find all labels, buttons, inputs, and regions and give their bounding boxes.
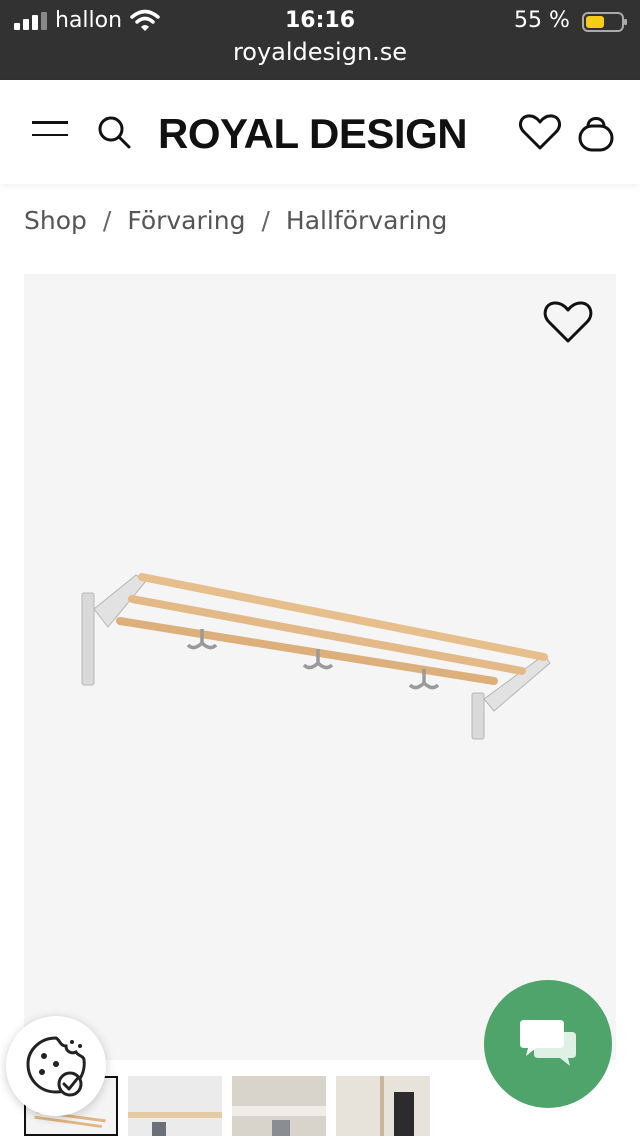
- breadcrumb-item-forvaring[interactable]: Förvaring: [127, 206, 245, 235]
- breadcrumb-item-hallforvaring[interactable]: Hallförvaring: [286, 206, 447, 235]
- battery-icon: [582, 12, 627, 32]
- product-image-gallery[interactable]: [24, 274, 616, 1060]
- breadcrumb: Shop / Förvaring / Hallförvaring: [24, 206, 447, 235]
- heart-icon[interactable]: [518, 112, 562, 152]
- battery-percent: 55 %: [514, 8, 570, 33]
- cookie-icon: [26, 1036, 86, 1097]
- thumbnail-2[interactable]: [128, 1076, 222, 1136]
- shopping-bag-icon[interactable]: [576, 110, 616, 154]
- site-logo[interactable]: ROYAL DESIGN: [158, 110, 468, 158]
- hat-rack-product-image: [81, 573, 551, 740]
- status-bar: hallon 16:16 55 % royaldesign.se: [0, 0, 640, 80]
- search-icon[interactable]: [96, 114, 132, 150]
- breadcrumb-separator: /: [102, 206, 112, 235]
- thumbnail-4[interactable]: [336, 1076, 430, 1136]
- site-header: ROYAL DESIGN: [0, 80, 640, 184]
- breadcrumb-separator: /: [261, 206, 270, 235]
- thumbnail-3[interactable]: [232, 1076, 326, 1136]
- address-bar-url[interactable]: royaldesign.se: [0, 38, 640, 66]
- breadcrumb-item-shop[interactable]: Shop: [24, 206, 87, 235]
- hamburger-icon[interactable]: [32, 121, 68, 143]
- chat-icon: [520, 1020, 576, 1066]
- wishlist-heart-icon[interactable]: [542, 298, 594, 346]
- cookie-settings-button[interactable]: [6, 1016, 106, 1116]
- chat-support-button[interactable]: [484, 980, 612, 1108]
